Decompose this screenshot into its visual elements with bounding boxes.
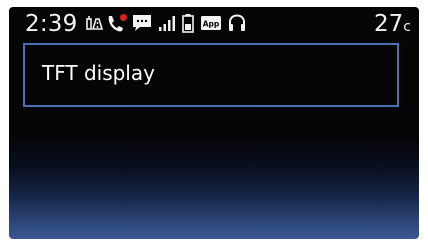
message-icon [133, 15, 151, 31]
temperature-unit: c [403, 19, 411, 35]
head-unit-screen: 2:39 App 27c TFT display [9, 7, 419, 239]
headset-icon [229, 14, 245, 31]
signal-strength-icon [159, 16, 175, 31]
status-bar: 2:39 App 27c [9, 7, 419, 41]
tft-display-panel[interactable]: TFT display [23, 43, 399, 107]
temperature-readout: 27c [374, 11, 411, 40]
app-icon: App [201, 16, 221, 30]
temperature-value: 27 [374, 11, 404, 37]
missed-call-icon [108, 14, 127, 32]
tft-display-label: TFT display [42, 61, 155, 85]
clock: 2:39 [25, 11, 78, 37]
traffic-info-icon [86, 16, 104, 30]
battery-icon [182, 14, 194, 33]
app-badge-label: App [203, 20, 220, 29]
